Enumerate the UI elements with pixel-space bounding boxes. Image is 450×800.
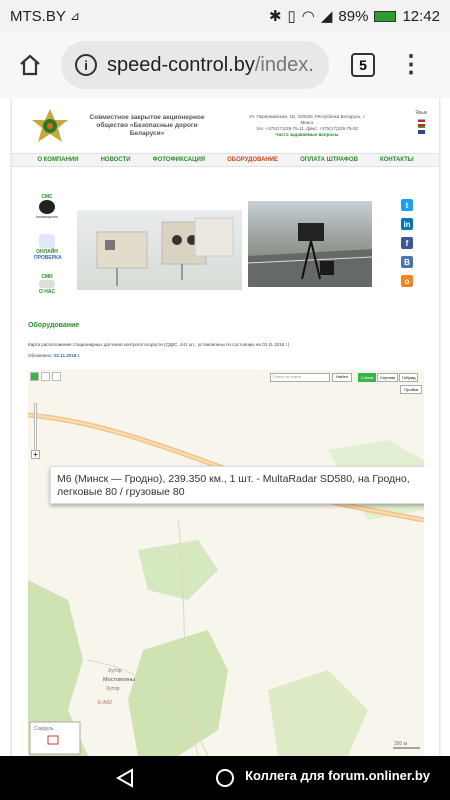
sms-title: СМС [41, 194, 53, 200]
updated-label: Обновлено: [28, 353, 53, 358]
map-type-switcher: Схема Спутник Гибрид [358, 373, 419, 382]
place-label: Скидель [34, 726, 54, 732]
hand-tool-icon[interactable] [30, 372, 39, 381]
url-domain: speed-control.by [107, 53, 255, 76]
twitter-icon[interactable]: t [401, 199, 413, 211]
nav-about[interactable]: О КОМПАНИИ [37, 157, 78, 163]
zoom-control: + [31, 397, 40, 459]
address: Ул. Первомайская, 1Б, 220030, Республика… [248, 114, 366, 125]
place-label: Мостовляны [103, 677, 135, 683]
vk-icon[interactable]: B [401, 256, 413, 268]
home-circle-icon[interactable] [215, 768, 235, 788]
equipment-photo [77, 210, 242, 290]
nav-photofixation[interactable]: ФОТОФИКСАЦИЯ [153, 157, 206, 163]
ruler-tool-icon[interactable] [52, 372, 61, 381]
battery-icon [374, 10, 397, 22]
map-type-satellite[interactable]: Спутник [377, 373, 399, 382]
yandex-map[interactable]: Поиск на карте Найти Схема Спутник Гибри… [28, 370, 424, 756]
flag-ru-icon[interactable] [417, 118, 425, 122]
back-icon[interactable] [115, 768, 135, 788]
nav-fines[interactable]: ОПЛАТА ШТРАФОВ [300, 157, 358, 163]
url-path: /index. [254, 53, 314, 76]
language-label: Язык [415, 110, 427, 116]
balloon-text: М6 (Минск — Гродно), 239.350 км., 1 шт. … [57, 473, 410, 498]
faq-link[interactable]: Часто задаваемые вопросы [242, 132, 372, 138]
map-type-hybrid[interactable]: Гибрид [399, 373, 419, 382]
signal-icon: ◢ [320, 8, 333, 25]
media-button[interactable]: СМИ О НАС [34, 274, 60, 295]
main-nav: О КОМПАНИИ НОВОСТИ ФОТОФИКСАЦИЯ ОБОРУДОВ… [12, 153, 439, 167]
map-scale: 300 м [394, 741, 408, 747]
place-label: Хутор [106, 686, 120, 692]
linkedin-icon[interactable]: in [401, 218, 413, 230]
info-icon[interactable]: i [75, 54, 97, 76]
traffic-button[interactable]: Пробки [400, 385, 422, 394]
sms-sub: оповещение [36, 215, 58, 219]
carrier: MTS.BY ⊿ [10, 8, 269, 25]
browser-toolbar: i speed-control.by/index. 5 ⋮ [0, 32, 450, 98]
nav-news[interactable]: НОВОСТИ [101, 157, 131, 163]
address-bar[interactable]: i speed-control.by/index. [61, 41, 329, 89]
newspaper-icon [39, 280, 55, 288]
battery-percent: 89% [338, 7, 369, 25]
overflow-menu-icon[interactable]: ⋮ [399, 53, 423, 77]
site-header: Совместное закрытое акционерное общество… [12, 98, 439, 150]
watermark: Коллега для forum.onliner.by [245, 768, 430, 783]
online-check-button[interactable]: ОНЛАЙН ПРОВЕРКА [34, 234, 62, 261]
map-type-scheme[interactable]: Схема [358, 373, 377, 382]
wifi-icon: ◠ [301, 8, 315, 25]
clock: 12:42 [402, 7, 440, 25]
organization-name: Совместное закрытое акционерное общество… [89, 114, 205, 137]
company-logo[interactable] [30, 108, 70, 144]
web-page: Совместное закрытое акционерное общество… [0, 98, 450, 756]
status-bar: MTS.BY ⊿ ✱ ▯ ◠ ◢ 89% 12:42 [0, 0, 450, 32]
carrier-name: MTS.BY [10, 7, 66, 25]
map-description: Карта расположения стационарных датчиков… [28, 342, 290, 347]
nfc-icon: ⊿ [69, 9, 80, 23]
map-tools [30, 372, 61, 381]
place-label: Хутор [108, 668, 122, 674]
media-sub: О НАС [39, 289, 55, 295]
android-nav-bar: Коллега для forum.onliner.by [0, 756, 450, 800]
nav-equipment[interactable]: ОБОРУДОВАНИЕ [227, 157, 278, 163]
online-sub: ПРОВЕРКА [34, 255, 62, 261]
tab-switcher-button[interactable]: 5 [351, 53, 375, 77]
magnifier-tool-icon[interactable] [41, 372, 50, 381]
sms-icon [39, 200, 55, 214]
flag-en-icon[interactable] [417, 130, 425, 134]
media-title: СМИ [41, 274, 53, 280]
zoom-slider[interactable] [34, 403, 37, 455]
roadside-radar-photo [247, 201, 373, 287]
zoom-in-button[interactable]: + [31, 450, 40, 459]
contacts-block: Ул. Первомайская, 1Б, 220030, Республика… [242, 114, 372, 138]
facebook-icon[interactable]: f [401, 237, 413, 249]
map-search-input[interactable]: Поиск на карте [270, 373, 330, 382]
updated-line: Обновлено: 02.11.2018 г. [28, 353, 80, 358]
map-find-button[interactable]: Найти [332, 373, 352, 382]
updated-date: 02.11.2018 г. [54, 353, 81, 358]
checkmark-icon [39, 234, 55, 248]
bluetooth-icon: ✱ [268, 8, 282, 25]
home-icon[interactable] [15, 50, 45, 80]
section-title: Оборудование [28, 322, 80, 329]
language-switcher: Язык [415, 110, 427, 134]
site-container: Совместное закрытое акционерное общество… [12, 98, 439, 756]
vibrate-icon: ▯ [287, 8, 296, 25]
map-balloon: × М6 (Минск — Гродно), 239.350 км., 1 шт… [50, 466, 424, 504]
road-label: Е-А92 [98, 700, 112, 706]
sms-button[interactable]: СМС оповещение [34, 194, 60, 219]
flag-by-icon[interactable] [417, 124, 425, 128]
odnoklassniki-icon[interactable]: o [401, 275, 413, 287]
nav-contacts[interactable]: КОНТАКТЫ [380, 157, 414, 163]
